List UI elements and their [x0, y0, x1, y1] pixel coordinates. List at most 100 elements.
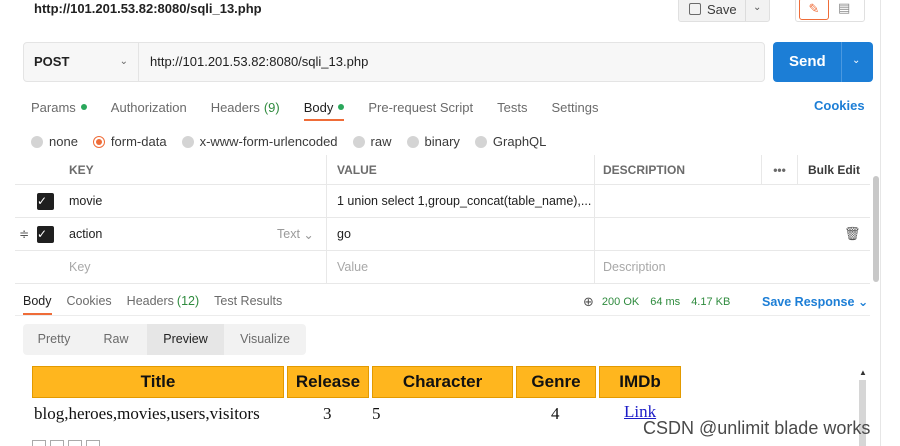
radio-binary[interactable]: binary	[406, 134, 460, 149]
column-header-title: Title	[32, 366, 284, 398]
column-header-imdb: IMDb	[599, 366, 681, 398]
broken-image-icon	[32, 440, 46, 446]
chevron-down-icon[interactable]: ⌄	[753, 2, 761, 13]
table-row: ✓ movie 1 union select 1,group_concat(ta…	[15, 185, 870, 218]
method-label: POST	[34, 54, 70, 69]
radio-label: raw	[370, 134, 392, 149]
description-placeholder[interactable]: Description	[594, 251, 761, 283]
param-value[interactable]: 1 union select 1,group_concat(table_name…	[326, 185, 594, 217]
radio-form-data[interactable]: form-data	[92, 134, 167, 149]
right-panel-divider	[880, 0, 881, 446]
save-response-button[interactable]: Save Response ⌄	[762, 294, 868, 309]
tab-raw[interactable]: Raw	[85, 324, 147, 355]
tab-response-cookies[interactable]: Cookies	[67, 294, 112, 308]
more-options-icon[interactable]: •••	[761, 155, 797, 184]
row-checkbox[interactable]: ✓	[37, 193, 54, 210]
radio-none[interactable]: none	[31, 134, 78, 149]
method-select[interactable]: POST ⌄	[24, 43, 139, 81]
value-placeholder[interactable]: Value	[326, 251, 594, 283]
radio-circle	[352, 135, 365, 148]
body-type-radios: none form-data x-www-form-urlencoded raw…	[31, 134, 561, 149]
radio-label: form-data	[110, 134, 167, 149]
radio-graphql[interactable]: GraphQL	[474, 134, 547, 149]
tab-test-results[interactable]: Test Results	[214, 294, 282, 308]
request-title: http://101.201.53.82:8080/sqli_13.php	[34, 1, 262, 16]
tab-label: Tests	[497, 99, 528, 115]
tab-authorization[interactable]: Authorization	[111, 98, 187, 116]
tab-body[interactable]: Body	[303, 98, 345, 121]
tab-count: (9)	[263, 99, 280, 115]
table-header: KEY VALUE DESCRIPTION ••• Bulk Edit	[15, 155, 870, 185]
send-label: Send	[789, 53, 826, 70]
row-checkbox[interactable]: ✓	[37, 226, 54, 243]
cell-genre: 4	[551, 404, 560, 423]
image-placeholders	[32, 440, 104, 446]
save-response-label: Save Response	[762, 295, 855, 309]
cookies-link[interactable]: Cookies	[814, 98, 865, 113]
tab-response-headers[interactable]: Headers (12)	[127, 294, 199, 308]
radio-circle	[92, 135, 105, 148]
radio-circle	[181, 135, 194, 148]
type-label: Text	[277, 227, 300, 241]
status-dot	[338, 104, 345, 110]
pencil-icon[interactable]: ✎	[799, 0, 829, 20]
status-dot	[80, 104, 87, 110]
chevron-down-icon[interactable]: ⌄	[852, 55, 860, 66]
tab-settings[interactable]: Settings	[551, 98, 598, 116]
bulk-edit-button[interactable]: Bulk Edit	[797, 155, 870, 184]
radio-circle	[31, 135, 43, 148]
radio-label: none	[49, 134, 78, 149]
documentation-icon[interactable]: ▤	[838, 0, 850, 16]
tab-label: Pre-request Script	[368, 99, 474, 115]
tab-label: Authorization	[110, 99, 187, 115]
radio-label: GraphQL	[492, 134, 547, 149]
tab-response-body[interactable]: Body	[23, 294, 52, 315]
watermark: CSDN @unlimit blade works	[643, 418, 871, 438]
type-select[interactable]: Text ⌄	[277, 218, 314, 250]
tab-label: Headers	[126, 294, 174, 308]
response-size: 4.17 KB	[691, 296, 731, 308]
column-header-release: Release	[287, 366, 369, 398]
radio-label: x-www-form-urlencoded	[199, 134, 338, 149]
tab-count: (12)	[176, 294, 200, 308]
drag-handle-icon[interactable]: ≑	[19, 218, 29, 250]
key-placeholder[interactable]: Key	[60, 251, 326, 283]
tab-label: Body	[303, 99, 334, 115]
tab-preview[interactable]: Preview	[147, 324, 224, 355]
save-button[interactable]: Save ⌄	[678, 0, 770, 22]
scrollbar[interactable]	[873, 176, 879, 282]
broken-image-icon	[50, 440, 64, 446]
tab-pretty[interactable]: Pretty	[23, 324, 85, 355]
cell-title: blog,heroes,movies,users,visitors	[34, 404, 260, 423]
radio-circle	[406, 135, 419, 148]
tab-visualize[interactable]: Visualize	[224, 324, 306, 355]
tab-label: Params	[31, 99, 76, 115]
param-key[interactable]: movie	[60, 185, 326, 217]
globe-icon[interactable]: ⊕	[583, 294, 594, 310]
tab-headers[interactable]: Headers (9)	[211, 98, 280, 116]
header-description: DESCRIPTION	[594, 155, 761, 184]
tab-params[interactable]: Params	[31, 98, 87, 116]
radio-urlencoded[interactable]: x-www-form-urlencoded	[181, 134, 338, 149]
url-input[interactable]: http://101.201.53.82:8080/sqli_13.php	[150, 43, 368, 81]
chevron-down-icon: ⌄	[119, 56, 128, 67]
tab-label: Headers	[210, 99, 260, 115]
trash-icon[interactable]: 🗑	[844, 218, 861, 250]
response-time: 64 ms	[650, 296, 681, 308]
radio-raw[interactable]: raw	[352, 134, 392, 149]
request-bar: POST ⌄ http://101.201.53.82:8080/sqli_13…	[23, 42, 765, 82]
tab-tests[interactable]: Tests	[497, 98, 527, 116]
scroll-up-icon[interactable]: ▲	[859, 368, 867, 377]
send-button[interactable]: Send ⌄	[773, 42, 873, 82]
status-text: 200 OK	[601, 296, 640, 308]
param-description[interactable]	[594, 218, 761, 250]
tab-pre-request-script[interactable]: Pre-request Script	[368, 98, 473, 116]
send-divider	[841, 42, 842, 82]
view-mode-toggle: ✎ ▤	[795, 0, 865, 22]
form-data-table: KEY VALUE DESCRIPTION ••• Bulk Edit ✓ mo…	[15, 155, 870, 285]
cell-release: 3	[323, 404, 332, 423]
param-description[interactable]	[594, 185, 761, 217]
header-value: VALUE	[326, 155, 594, 184]
response-tabs: Body Cookies Headers (12) Test Results	[23, 294, 297, 315]
param-value[interactable]: go	[326, 218, 594, 250]
